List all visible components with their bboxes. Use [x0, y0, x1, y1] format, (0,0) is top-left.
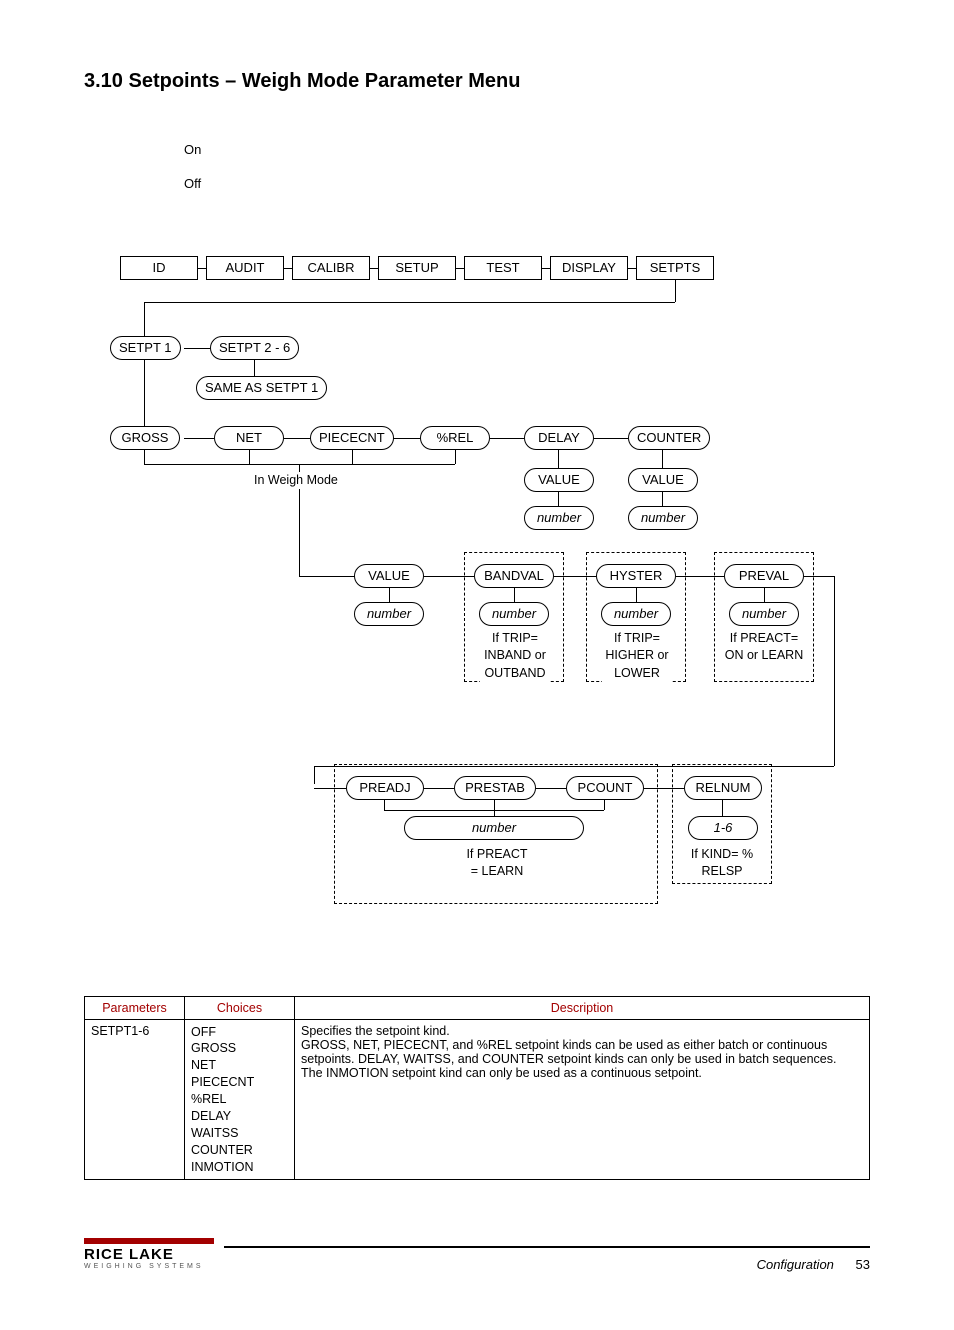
parameter-table: Parameters Choices Description SETPT1-6 … [84, 996, 870, 1181]
choice-item: %REL [191, 1091, 288, 1108]
choice-item: DELAY [191, 1108, 288, 1125]
node-delay: DELAY [524, 426, 594, 450]
node-hyster-number: number [601, 602, 671, 626]
node-preval: PREVAL [724, 564, 804, 588]
node-counter: COUNTER [628, 426, 710, 450]
node-delay-number: number [524, 506, 594, 530]
node-relnum: RELNUM [684, 776, 762, 800]
menu-diagram: ID AUDIT CALIBR SETUP TEST DISPLAY SETPT… [84, 216, 870, 996]
node-setpt1: SETPT 1 [110, 336, 181, 360]
node-setpt-rest: SETPT 2 - 6 [210, 336, 299, 360]
menu-setpts: SETPTS [636, 256, 714, 280]
node-preact-number: number [404, 816, 584, 840]
page-footer: RICE LAKE WEIGHING SYSTEMS Configuration… [84, 1230, 870, 1290]
note-bandval: If TRIP= INBAND or OUTBAND [480, 630, 550, 683]
node-counter-value: VALUE [628, 468, 698, 492]
node-pcount: PCOUNT [566, 776, 644, 800]
choice-item: COUNTER [191, 1142, 288, 1159]
node-rel: %REL [420, 426, 490, 450]
node-same-as-setpt1: SAME AS SETPT 1 [196, 376, 327, 400]
node-hyster: HYSTER [596, 564, 676, 588]
node-bandval: BANDVAL [474, 564, 554, 588]
node-preval-number: number [729, 602, 799, 626]
th-parameters: Parameters [85, 996, 185, 1019]
brand-logo: RICE LAKE WEIGHING SYSTEMS [84, 1238, 214, 1270]
node-wm-number: number [354, 602, 424, 626]
th-description: Description [295, 996, 870, 1019]
th-choices: Choices [185, 996, 295, 1019]
note-preact-learn: If PREACT = LEARN [462, 846, 532, 881]
note-hyster: If TRIP= HIGHER or LOWER [602, 630, 672, 683]
choice-item: NET [191, 1057, 288, 1074]
choice-item: INMOTION [191, 1159, 288, 1176]
brand-tagline: WEIGHING SYSTEMS [84, 1263, 214, 1270]
menu-test: TEST [464, 256, 542, 280]
node-delay-value: VALUE [524, 468, 594, 492]
note-preval: If PREACT= ON or LEARN [724, 630, 804, 665]
choice-item: PIECECNT [191, 1074, 288, 1091]
cell-param: SETPT1-6 [85, 1019, 185, 1180]
menu-id: ID [120, 256, 198, 280]
section-heading: 3.10 Setpoints – Weigh Mode Parameter Me… [84, 70, 870, 93]
menu-display: DISPLAY [550, 256, 628, 280]
node-net: NET [214, 426, 284, 450]
cell-description: Specifies the setpoint kind. GROSS, NET,… [295, 1019, 870, 1180]
choice-item: OFF [191, 1024, 288, 1041]
choice-item: GROSS [191, 1040, 288, 1057]
toggle-on-label: On [184, 133, 870, 167]
node-preadj: PREADJ [346, 776, 424, 800]
footer-page-number: 53 [856, 1257, 870, 1272]
toggle-off-label: Off [184, 167, 870, 201]
node-piececnt: PIECECNT [310, 426, 394, 450]
label-weighmode: In Weigh Mode [254, 472, 338, 490]
node-bandval-number: number [479, 602, 549, 626]
node-prestab: PRESTAB [454, 776, 536, 800]
node-counter-number: number [628, 506, 698, 530]
node-relnum-16: 1-6 [688, 816, 758, 840]
table-row: SETPT1-6 OFF GROSS NET PIECECNT %REL DEL… [85, 1019, 870, 1180]
node-gross: GROSS [110, 426, 180, 450]
menu-setup: SETUP [378, 256, 456, 280]
node-wm-value: VALUE [354, 564, 424, 588]
cell-choices: OFF GROSS NET PIECECNT %REL DELAY WAITSS… [185, 1019, 295, 1180]
menu-calibr: CALIBR [292, 256, 370, 280]
brand-name: RICE LAKE [84, 1246, 214, 1263]
menu-audit: AUDIT [206, 256, 284, 280]
note-relnum: If KIND= % RELSP [682, 846, 762, 881]
footer-section: Configuration [757, 1257, 834, 1272]
choice-item: WAITSS [191, 1125, 288, 1142]
